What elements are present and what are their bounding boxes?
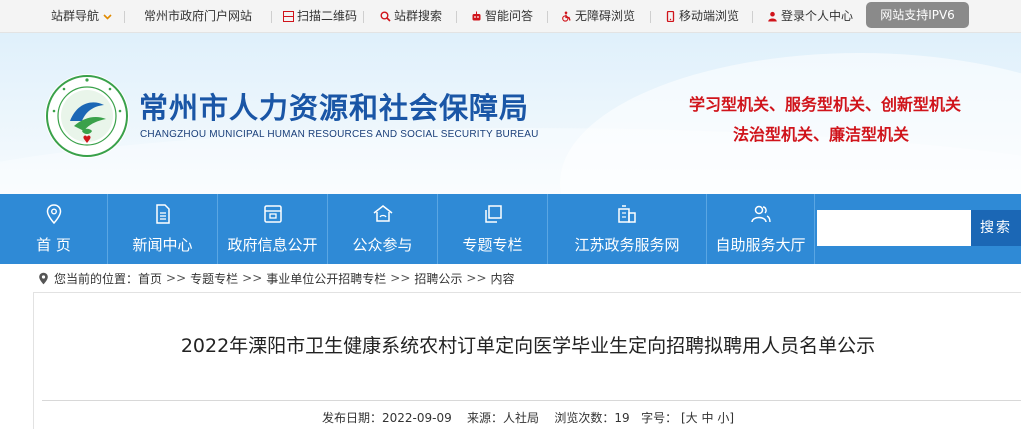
view-count: 19 xyxy=(614,411,630,425)
breadcrumb-separator: >> xyxy=(242,271,263,285)
smart-qa-link[interactable]: 智能问答 xyxy=(471,0,533,33)
qrcode-icon xyxy=(283,11,294,22)
breadcrumb-item-recruitment-notice[interactable]: 招聘公示 xyxy=(414,270,462,287)
site-title: 常州市人力资源和社会保障局 xyxy=(139,91,530,125)
nav-label: 公众参与 xyxy=(352,236,413,254)
breadcrumb: 您当前的位置： 首页 >> 专题专栏 >> 事业单位公开招聘专栏 >> 招聘公示… xyxy=(0,264,1021,292)
qrcode-link[interactable]: 扫描二维码 xyxy=(283,0,357,33)
login-link[interactable]: 登录个人中心 xyxy=(767,0,853,33)
nav-item-jiangsu-service[interactable]: 江苏政务服务网 xyxy=(548,194,707,264)
building-icon xyxy=(618,205,636,223)
site-nav-label: 站群导航 xyxy=(51,9,100,23)
site-search-link[interactable]: 站群搜索 xyxy=(380,0,442,33)
breadcrumb-item-content: 内容 xyxy=(490,271,515,286)
user-icon xyxy=(768,11,777,22)
nav-item-public-participation[interactable]: 公众参与 xyxy=(328,194,438,264)
search-icon xyxy=(380,11,391,22)
article-panel: 2022年溧阳市卫生健康系统农村订单定向医学毕业生定向招聘拟聘用人员名单公示 发… xyxy=(33,292,1021,429)
font-size-medium[interactable]: 中 xyxy=(702,411,714,425)
nav-item-news[interactable]: 新闻中心 xyxy=(108,194,218,264)
copy-icon xyxy=(484,205,502,223)
breadcrumb-prefix: 您当前的位置： xyxy=(54,271,139,286)
breadcrumb-item-home[interactable]: 首页 xyxy=(138,270,162,287)
breadcrumb-item-special-topics[interactable]: 专题专栏 xyxy=(190,270,238,287)
font-size-small[interactable]: 小 xyxy=(717,411,729,425)
nav-label: 江苏政务服务网 xyxy=(574,236,680,254)
search-button[interactable]: 搜索 xyxy=(971,210,1021,246)
accessible-browse-link[interactable]: 无障碍浏览 xyxy=(561,0,635,33)
main-navigation: 首 页 新闻中心 政府信息公开 公众参与 专题专栏 江苏政务服务网 自助服务大厅… xyxy=(0,194,1021,264)
article-title: 2022年溧阳市卫生健康系统农村订单定向医学毕业生定向招聘拟聘用人员名单公示 xyxy=(180,335,876,357)
nav-item-gov-info[interactable]: 政府信息公开 xyxy=(218,194,328,264)
robot-icon xyxy=(472,11,481,21)
nav-item-home[interactable]: 首 页 xyxy=(0,194,108,264)
breadcrumb-separator: >> xyxy=(466,271,487,285)
nav-label: 政府信息公开 xyxy=(227,236,318,254)
divider xyxy=(42,400,1021,401)
mobile-browse-link[interactable]: 移动端浏览 xyxy=(665,0,739,33)
breadcrumb-separator: >> xyxy=(166,271,187,285)
font-size-large[interactable]: 大 xyxy=(686,411,698,425)
nav-item-self-service[interactable]: 自助服务大厅 xyxy=(707,194,815,264)
header-banner: 常州市人力资源和社会保障局 CHANGZHOU MUNICIPAL HUMAN … xyxy=(0,33,1021,194)
location-pin-icon xyxy=(39,272,48,284)
publish-date: 2022-09-09 xyxy=(381,411,452,425)
breadcrumb-item-recruitment-column[interactable]: 事业单位公开招聘专栏 xyxy=(266,270,386,287)
users-icon xyxy=(750,205,771,223)
gov-portal-link[interactable]: 常州市政府门户网站 xyxy=(144,0,252,33)
article-source: 人社局 xyxy=(503,411,540,425)
accessibility-icon xyxy=(562,11,571,22)
nav-label: 专题专栏 xyxy=(462,236,523,254)
site-navigation-dropdown[interactable]: 站群导航 xyxy=(51,0,113,33)
slogan-line-2: 法治型机关、廉洁型机关 xyxy=(732,125,909,144)
search-input[interactable] xyxy=(817,210,971,246)
nav-label: 自助服务大厅 xyxy=(715,236,806,254)
nav-label: 首 页 xyxy=(36,236,71,254)
site-subtitle: CHANGZHOU MUNICIPAL HUMAN RESOURCES AND … xyxy=(140,129,539,140)
nav-item-special-topics[interactable]: 专题专栏 xyxy=(438,194,548,264)
document-icon xyxy=(155,204,170,224)
bureau-logo[interactable] xyxy=(44,73,130,159)
house-icon xyxy=(373,205,392,222)
chevron-down-icon xyxy=(103,14,112,20)
nav-label: 新闻中心 xyxy=(132,236,193,254)
article-meta: 发布日期：2022-09-09 来源：人社局 浏览次数：19 字号： [大 中 … xyxy=(321,411,735,425)
mobile-phone-icon xyxy=(666,11,675,22)
breadcrumb-separator: >> xyxy=(390,271,411,285)
folder-icon xyxy=(263,205,282,223)
ipv6-badge: 网站支持IPV6 xyxy=(866,2,969,28)
location-pin-icon xyxy=(46,204,61,225)
slogan-line-1: 学习型机关、服务型机关、创新型机关 xyxy=(688,95,961,114)
top-utility-bar: 站群导航 常州市政府门户网站 扫描二维码 站群搜索 智能问答 无障碍浏览 移动端… xyxy=(0,0,1021,33)
